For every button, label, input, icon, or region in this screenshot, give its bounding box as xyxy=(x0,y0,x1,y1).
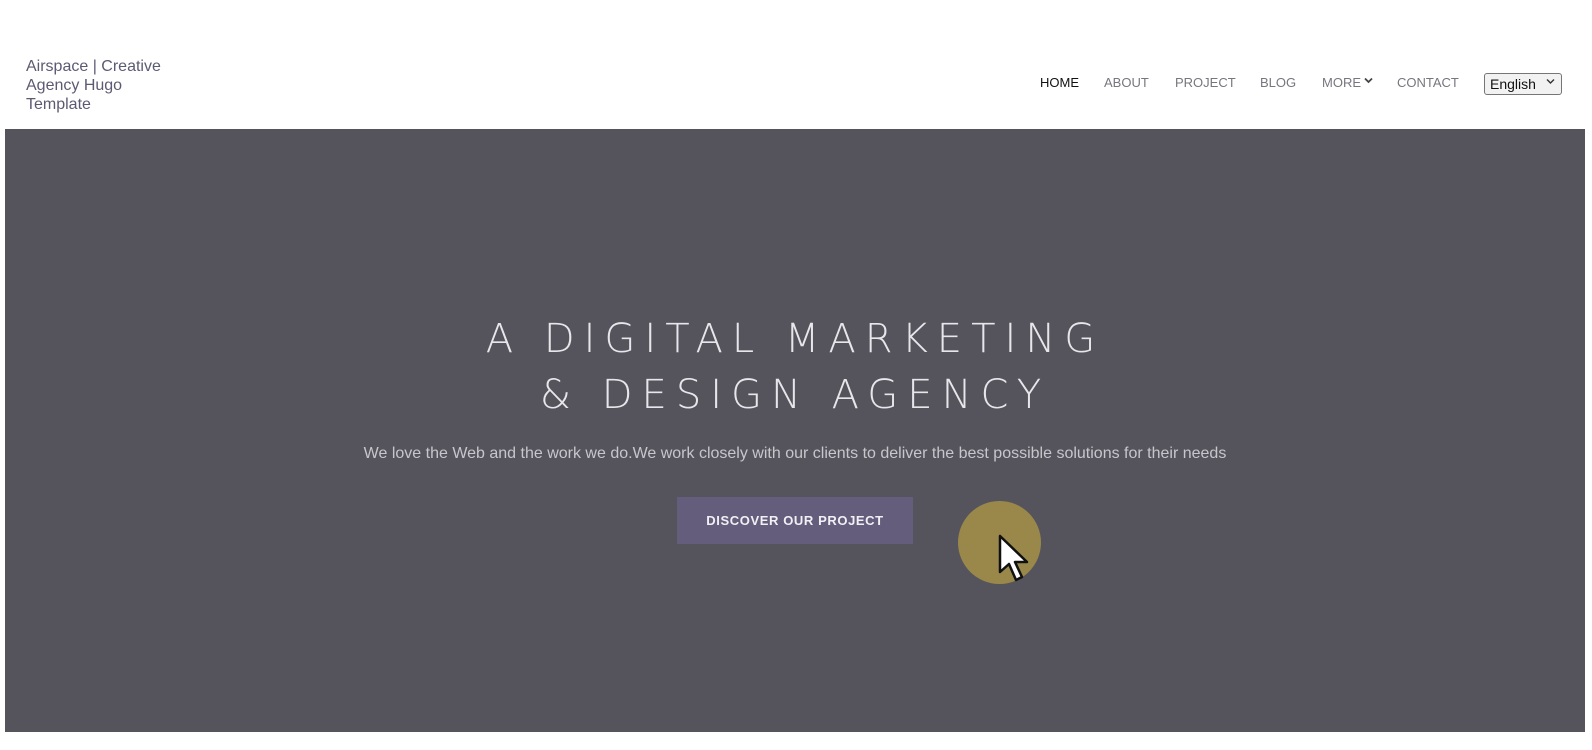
site-header: Airspace | Creative Agency Hugo Template… xyxy=(0,0,1592,129)
chevron-down-icon xyxy=(1546,77,1555,88)
hero-title-line-2: & DESIGN AGENCY xyxy=(539,372,1051,418)
hero-subtitle: We love the Web and the work we do.We wo… xyxy=(363,445,1227,462)
nav-item-project[interactable]: PROJECT xyxy=(1175,75,1236,90)
mouse-cursor-icon xyxy=(998,534,1029,582)
hero-banner: A DIGITAL MARKETING & DESIGN AGENCY We l… xyxy=(5,129,1585,732)
nav-item-about[interactable]: ABOUT xyxy=(1104,75,1149,90)
hero-title: A DIGITAL MARKETING & DESIGN AGENCY xyxy=(5,311,1585,423)
hero-title-line-1: A DIGITAL MARKETING xyxy=(485,316,1105,362)
nav-item-contact[interactable]: CONTACT xyxy=(1397,75,1459,90)
nav-item-more[interactable]: MORE xyxy=(1322,75,1373,90)
discover-project-button[interactable]: DISCOVER OUR PROJECT xyxy=(677,497,913,544)
nav-item-more-label: MORE xyxy=(1322,74,1361,90)
nav-item-blog[interactable]: BLOG xyxy=(1260,75,1296,90)
language-select-value: English xyxy=(1490,76,1536,92)
nav-item-home[interactable]: HOME xyxy=(1040,75,1079,90)
chevron-down-icon xyxy=(1364,76,1373,86)
site-logo-text[interactable]: Airspace | Creative Agency Hugo Template xyxy=(26,57,176,114)
language-select[interactable]: English xyxy=(1484,73,1562,95)
